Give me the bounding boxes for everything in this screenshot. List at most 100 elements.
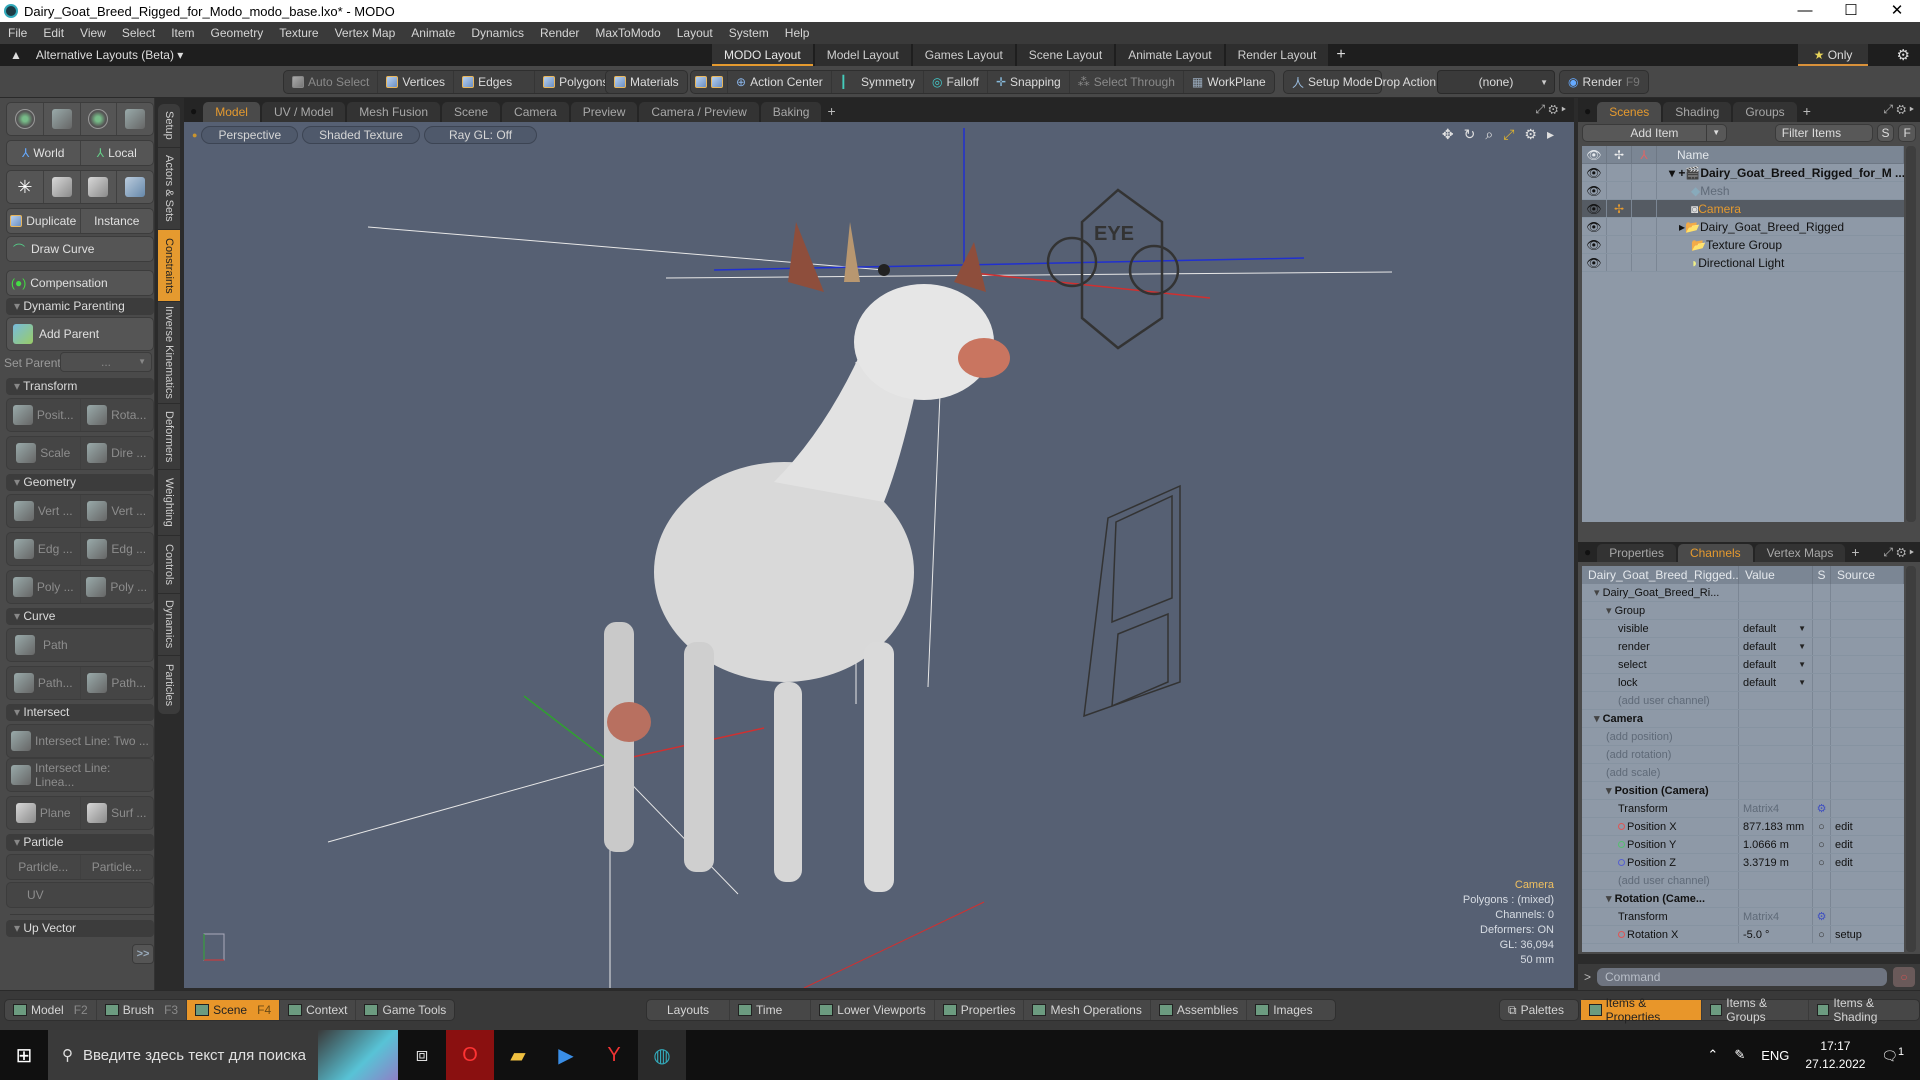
viewport-settings-icon[interactable]: ⚙ bbox=[1524, 126, 1537, 143]
curve-section[interactable]: Curve bbox=[6, 608, 154, 625]
menu-dynamics[interactable]: Dynamics bbox=[463, 26, 532, 40]
eye-icon[interactable]: 👁 bbox=[1582, 254, 1607, 271]
tree-row[interactable]: 👁 ▸ 📂 Dairy_Goat_Breed_Rigged bbox=[1582, 218, 1904, 236]
vp-tab-camera-preview[interactable]: Camera / Preview bbox=[639, 102, 759, 122]
vp-tab-model[interactable]: Model bbox=[203, 102, 260, 122]
move-column-icon[interactable]: ✢ bbox=[1607, 146, 1632, 163]
local-button[interactable]: ⅄ Local bbox=[81, 141, 154, 165]
duplicate-button[interactable]: Duplicate bbox=[7, 209, 81, 233]
chevron-down-icon[interactable]: ▼ bbox=[1798, 638, 1806, 655]
panel-menu-dot-icon[interactable]: ● bbox=[1584, 545, 1591, 559]
add-item-button[interactable]: Add Item ▼ bbox=[1582, 124, 1727, 142]
channel-row[interactable]: Rotation X -5.0 ° ○ setup bbox=[1582, 926, 1904, 944]
channel-row[interactable]: Transform Matrix4 ⚙ bbox=[1582, 908, 1904, 926]
tree-row[interactable]: 👁 📂 Texture Group bbox=[1582, 236, 1904, 254]
direction-constraint-button[interactable]: Dire ... bbox=[81, 437, 154, 469]
particle-section[interactable]: Particle bbox=[6, 834, 154, 851]
channel-value-dropdown[interactable]: default ▼ bbox=[1739, 620, 1813, 637]
tab-scenes[interactable]: Scenes bbox=[1597, 102, 1662, 122]
vtab-setup[interactable]: Setup bbox=[158, 104, 180, 148]
chevron-down-icon[interactable]: ▼ bbox=[1798, 674, 1806, 691]
particle-button-2[interactable]: Particle... bbox=[81, 855, 154, 879]
vtab-dynamics[interactable]: Dynamics bbox=[158, 594, 180, 656]
channel-row[interactable]: Position Y 1.0666 m ○ edit bbox=[1582, 836, 1904, 854]
edge-constraint-button-2[interactable]: Edg ... bbox=[81, 533, 154, 565]
channel-row[interactable]: (add rotation) bbox=[1582, 746, 1904, 764]
eye-icon[interactable]: 👁 bbox=[1582, 200, 1607, 217]
render-button[interactable]: ◉ Render F9 bbox=[1560, 71, 1648, 93]
add-viewport-tab-button[interactable]: + bbox=[827, 103, 835, 119]
panel-options-icons[interactable]: ⤢ ⚙ ▸ bbox=[1883, 545, 1914, 560]
vertex-constraint-button-1[interactable]: Vert ... bbox=[7, 495, 81, 527]
particle-button-1[interactable]: Particle... bbox=[7, 855, 81, 879]
alternative-layouts-dropdown[interactable]: Alternative Layouts (Beta) ▾ bbox=[36, 48, 183, 62]
materials-button[interactable]: Materials bbox=[606, 71, 687, 93]
windows-start-icon[interactable]: ⊞ bbox=[0, 1030, 48, 1080]
filter-button[interactable]: F bbox=[1898, 124, 1916, 142]
menu-animate[interactable]: Animate bbox=[403, 26, 463, 40]
vtab-particles[interactable]: Particles bbox=[158, 656, 180, 714]
add-layout-button[interactable]: + bbox=[1330, 44, 1351, 66]
move-item-button[interactable] bbox=[44, 103, 81, 135]
channel-value[interactable]: 3.3719 m bbox=[1739, 854, 1813, 871]
filter-items-input[interactable]: Filter Items bbox=[1774, 124, 1873, 142]
path-constraint-button-2[interactable]: Path... bbox=[81, 667, 154, 699]
tab-channels[interactable]: Channels bbox=[1677, 544, 1753, 562]
menu-system[interactable]: System bbox=[721, 26, 777, 40]
vertices-button[interactable]: Vertices bbox=[378, 71, 455, 93]
layout-tab-modo[interactable]: MODO Layout bbox=[712, 44, 813, 66]
vp-tab-uv-model[interactable]: UV / Model bbox=[261, 102, 346, 122]
vtab-controls[interactable]: Controls bbox=[158, 536, 180, 594]
move-tool-button[interactable] bbox=[7, 103, 44, 135]
add-mesh-button[interactable] bbox=[117, 171, 153, 203]
mesh-operations-button[interactable]: Mesh Operations bbox=[1024, 1000, 1151, 1020]
opera-icon[interactable]: O bbox=[446, 1030, 494, 1080]
channel-row[interactable]: ▾ Group bbox=[1582, 602, 1904, 620]
record-macro-button[interactable]: ○ bbox=[1893, 967, 1916, 987]
vp-tab-mesh-fusion[interactable]: Mesh Fusion bbox=[347, 102, 440, 122]
channel-value[interactable]: Matrix4 bbox=[1739, 908, 1813, 925]
edges-button[interactable]: Edges bbox=[454, 71, 536, 93]
raygl-toggle[interactable]: Ray GL: Off bbox=[423, 126, 538, 144]
menu-edit[interactable]: Edit bbox=[35, 26, 72, 40]
mode-model-button[interactable]: Model F2 bbox=[5, 1000, 97, 1020]
chevron-down-icon[interactable]: ▼ bbox=[1705, 125, 1726, 141]
assemblies-button[interactable]: Assemblies bbox=[1151, 1000, 1248, 1020]
menu-layout[interactable]: Layout bbox=[669, 26, 721, 40]
pan-icon[interactable]: ✥ bbox=[1442, 126, 1454, 143]
time-button[interactable]: Time bbox=[730, 1000, 812, 1020]
fit-icon[interactable]: ⤢ bbox=[1503, 126, 1514, 143]
uv-button[interactable]: UV bbox=[6, 882, 154, 908]
pen-icon[interactable]: ✎ bbox=[1734, 1047, 1745, 1063]
file-explorer-icon[interactable]: ▰ bbox=[494, 1030, 542, 1080]
transform-section[interactable]: Transform bbox=[6, 378, 154, 395]
eye-icon[interactable]: 👁 bbox=[1582, 218, 1607, 235]
channel-row[interactable]: lock default ▼ bbox=[1582, 674, 1904, 692]
channel-value[interactable]: 1.0666 m bbox=[1739, 836, 1813, 853]
expand-icon[interactable]: ▾ bbox=[1606, 893, 1615, 905]
channel-row[interactable]: (add scale) bbox=[1582, 764, 1904, 782]
viewport-menu-dot-icon[interactable]: ● bbox=[190, 104, 197, 118]
show-hidden-icons-icon[interactable]: ⌃ bbox=[1707, 1047, 1718, 1063]
intersect-line-linear-button[interactable]: Intersect Line: Linea... bbox=[6, 758, 154, 792]
channel-state-icon[interactable]: ○ bbox=[1813, 854, 1831, 871]
channel-row[interactable]: Position X 877.183 mm ○ edit bbox=[1582, 818, 1904, 836]
plane-button[interactable]: Plane bbox=[7, 797, 81, 829]
expand-icon[interactable]: ▾ bbox=[1594, 713, 1603, 725]
setup-mode-button[interactable]: 人 Setup Mode bbox=[1284, 71, 1381, 93]
menu-help[interactable]: Help bbox=[777, 26, 818, 40]
world-button[interactable]: ⅄ World bbox=[7, 141, 81, 165]
channel-row[interactable]: ▾ Position (Camera) bbox=[1582, 782, 1904, 800]
expand-icon[interactable]: ▾ bbox=[1606, 605, 1615, 617]
menu-view[interactable]: View bbox=[72, 26, 114, 40]
yandex-browser-icon[interactable]: Y bbox=[590, 1030, 638, 1080]
eye-icon[interactable]: 👁 bbox=[1582, 182, 1607, 199]
rotate-tool-button[interactable] bbox=[81, 103, 118, 135]
menu-render[interactable]: Render bbox=[532, 26, 587, 40]
add-tab-button[interactable]: + bbox=[1803, 103, 1811, 119]
col-item-name[interactable]: Dairy_Goat_Breed_Rigged... bbox=[1582, 566, 1739, 584]
items-groups-button[interactable]: Items & Groups bbox=[1702, 996, 1809, 1024]
add-light-button[interactable] bbox=[81, 171, 118, 203]
properties-panel-button[interactable]: Properties bbox=[935, 1000, 1025, 1020]
chevron-down-icon[interactable]: ▼ bbox=[1798, 620, 1806, 637]
